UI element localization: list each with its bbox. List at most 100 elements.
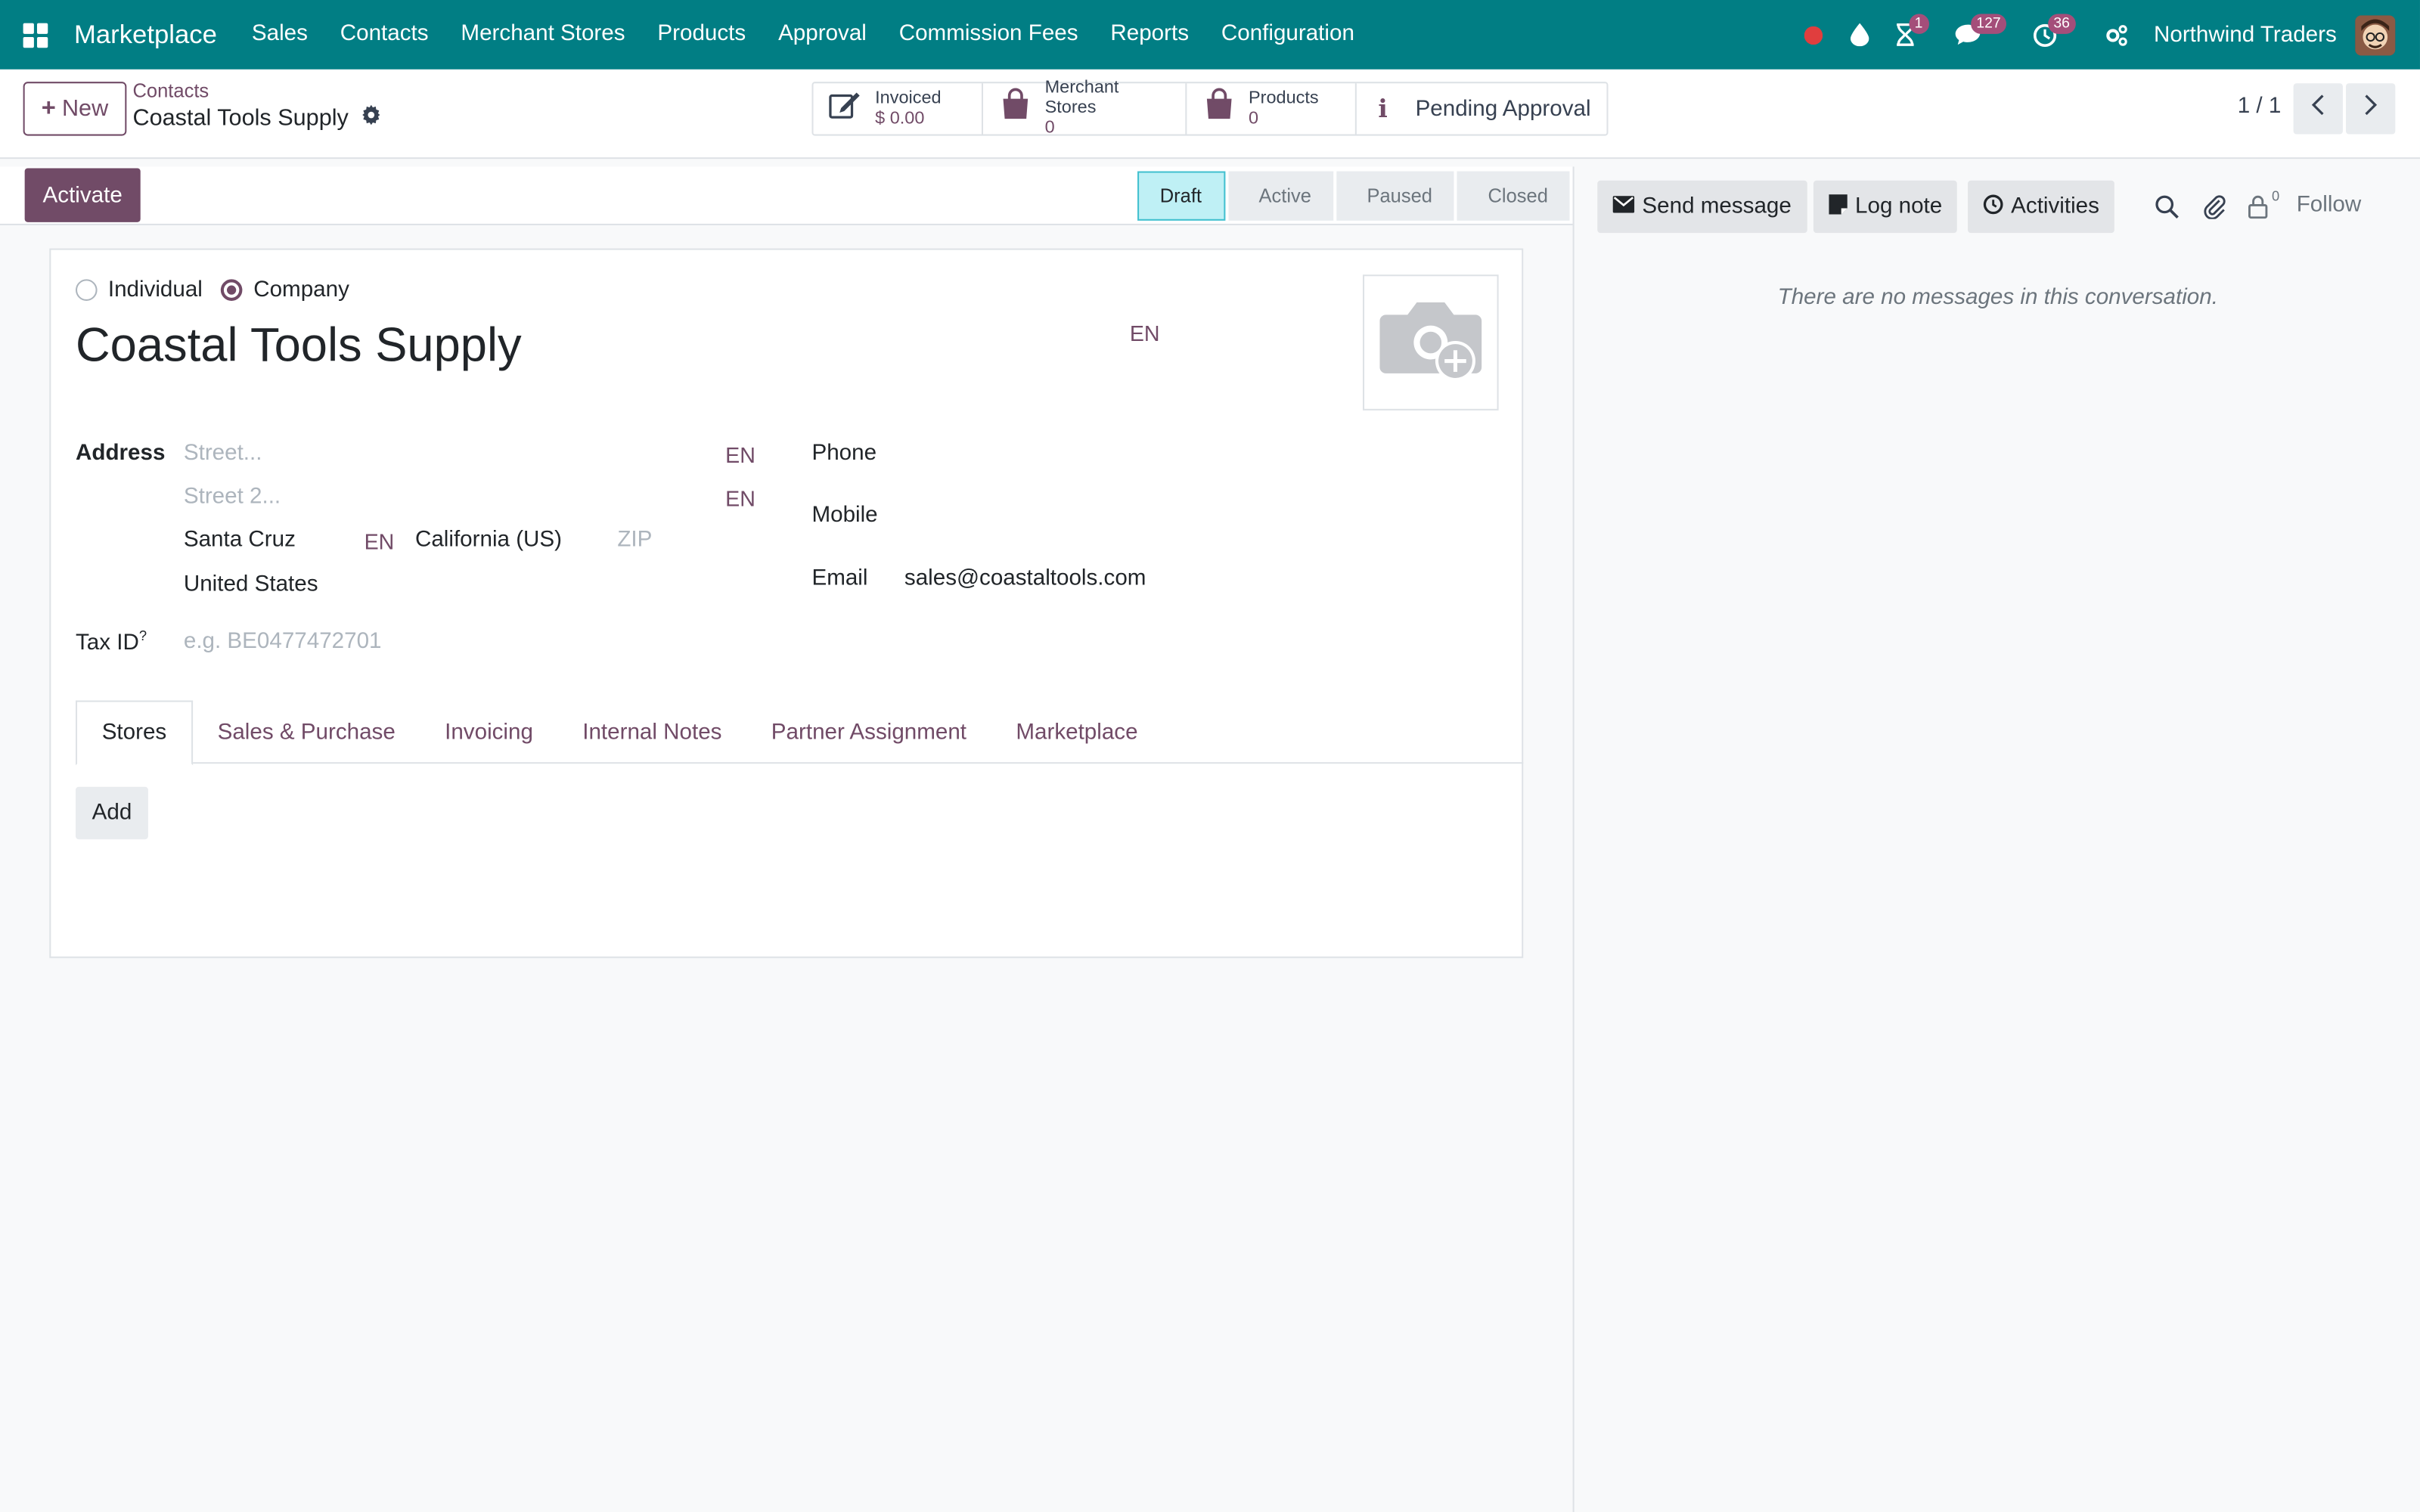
tax-id-label: Tax ID? <box>76 628 147 655</box>
camera-plus-icon <box>1376 293 1485 393</box>
activate-button[interactable]: Activate <box>24 168 141 222</box>
add-store-button[interactable]: Add <box>75 786 148 840</box>
shopping-bag-icon <box>998 88 1032 129</box>
products-smart-button[interactable]: Products 0 <box>1187 83 1357 135</box>
follow-button[interactable]: Follow <box>2297 193 2362 218</box>
activities-button[interactable]: Activities <box>1968 180 2115 234</box>
recording-dot-icon[interactable] <box>1792 0 1832 70</box>
merchant-stores-smart-button[interactable]: Merchant Stores 0 <box>983 79 1187 138</box>
pending-approval-smart-button[interactable]: i Pending Approval <box>1357 83 1607 134</box>
chat-icon[interactable]: 127 <box>1947 0 2007 70</box>
menu-commission-fees[interactable]: Commission Fees <box>883 0 1094 70</box>
street2-input[interactable]: Street 2... <box>184 485 281 510</box>
menu-configuration[interactable]: Configuration <box>1205 0 1370 70</box>
tab-marketplace[interactable]: Marketplace <box>991 701 1162 764</box>
stage-active[interactable]: Active <box>1227 171 1333 221</box>
mobile-label: Mobile <box>811 503 878 528</box>
merchant-stores-value: 0 <box>1044 119 1055 138</box>
send-message-button[interactable]: Send message <box>1597 180 1807 234</box>
invoiced-label: Invoiced <box>875 88 942 107</box>
breadcrumb-contacts[interactable]: Contacts <box>133 80 209 102</box>
stage-draft[interactable]: Draft <box>1137 171 1225 221</box>
tax-id-label-text: Tax ID <box>75 631 139 655</box>
clock-badge: 36 <box>2047 14 2077 34</box>
menu-reports[interactable]: Reports <box>1094 0 1205 70</box>
state-select[interactable]: California (US) <box>415 528 562 553</box>
followers-lock-icon[interactable]: 0 <box>2247 181 2279 233</box>
apps-menu-icon[interactable] <box>0 0 71 70</box>
app-brand[interactable]: Marketplace <box>74 20 217 51</box>
email-label: Email <box>811 565 868 591</box>
street2-translate-button[interactable]: EN <box>725 486 755 511</box>
tax-id-help-icon[interactable]: ? <box>139 628 147 643</box>
products-label: Products <box>1249 88 1319 107</box>
tax-id-input[interactable]: e.g. BE0477472701 <box>184 630 382 655</box>
drop-icon[interactable] <box>1839 0 1879 70</box>
individual-radio[interactable] <box>75 279 98 301</box>
settings-icon[interactable] <box>2095 0 2135 70</box>
user-avatar[interactable] <box>2355 14 2396 55</box>
menu-sales[interactable]: Sales <box>235 0 324 70</box>
tab-stores[interactable]: Stores <box>75 700 193 766</box>
clock-icon <box>1983 194 2003 220</box>
pending-approval-label: Pending Approval <box>1415 96 1591 122</box>
email-input[interactable]: sales@coastaltools.com <box>904 566 1146 591</box>
control-panel: + New Contacts Coastal Tools Supply Invo… <box>0 69 2420 160</box>
menu-approval[interactable]: Approval <box>762 0 883 70</box>
partner-name-field[interactable]: Coastal Tools Supply <box>76 318 522 373</box>
pager-previous-button[interactable] <box>2293 83 2343 135</box>
address-label: Address <box>75 441 166 466</box>
smart-buttons: Invoiced $ 0.00 Merchant Stores 0 Produc… <box>811 79 1609 138</box>
form-sheet: Individual Company Coastal Tools Supply … <box>49 248 1524 959</box>
menu-contacts[interactable]: Contacts <box>324 0 445 70</box>
pager-value[interactable]: 1 / 1 <box>2238 94 2282 119</box>
company-type-selector: Individual Company <box>75 277 349 302</box>
activities-label: Activities <box>2011 194 2099 219</box>
stage-paused[interactable]: Paused <box>1336 171 1454 221</box>
envelope-icon <box>1612 194 1635 219</box>
chatter-panel: Send message Log note Activities 0 Follo… <box>1572 166 2420 1512</box>
breadcrumb-current: Coastal Tools Supply <box>133 104 381 132</box>
log-note-button[interactable]: Log note <box>1813 180 1958 234</box>
send-message-label: Send message <box>1642 194 1792 219</box>
street-translate-button[interactable]: EN <box>725 443 755 468</box>
paperclip-icon[interactable] <box>2202 181 2227 233</box>
followers-count: 0 <box>2272 187 2280 204</box>
chevron-right-icon <box>2363 94 2378 123</box>
plus-icon: + <box>41 94 56 122</box>
menu-products[interactable]: Products <box>641 0 762 70</box>
invoiced-value: $ 0.00 <box>875 108 925 128</box>
city-input[interactable]: Santa Cruz <box>184 528 296 553</box>
city-translate-button[interactable]: EN <box>365 529 395 554</box>
company-switcher[interactable]: Northwind Traders <box>2154 23 2337 48</box>
company-label[interactable]: Company <box>253 277 349 302</box>
new-button[interactable]: + New <box>23 82 127 136</box>
notebook-tabs: Stores Sales & Purchase Invoicing Intern… <box>75 700 1524 766</box>
products-value: 0 <box>1249 108 1259 128</box>
clock-icon[interactable]: 36 <box>2024 0 2077 70</box>
pager-next-button[interactable] <box>2346 83 2396 135</box>
pencil-square-icon <box>829 89 863 128</box>
new-button-label: New <box>61 95 109 122</box>
tab-invoicing[interactable]: Invoicing <box>420 701 557 764</box>
tab-sales-purchase[interactable]: Sales & Purchase <box>193 701 420 764</box>
name-translate-button[interactable]: EN <box>1130 321 1160 345</box>
gear-icon[interactable] <box>361 104 381 132</box>
company-radio[interactable] <box>221 279 243 301</box>
country-select[interactable]: United States <box>184 572 318 597</box>
invoiced-smart-button[interactable]: Invoiced $ 0.00 <box>814 83 983 135</box>
phone-label: Phone <box>811 441 877 466</box>
merchant-stores-label: Merchant Stores <box>1044 79 1119 118</box>
form-statusbar: Activate Draft Active Paused Closed <box>0 166 1573 225</box>
zip-input[interactable]: ZIP <box>617 528 652 553</box>
image-upload[interactable] <box>1363 274 1499 411</box>
individual-label[interactable]: Individual <box>108 277 203 302</box>
menu-merchant-stores[interactable]: Merchant Stores <box>445 0 641 70</box>
tab-partner-assignment[interactable]: Partner Assignment <box>746 701 991 764</box>
search-icon[interactable] <box>2155 181 2180 233</box>
info-icon: i <box>1378 94 1388 124</box>
tab-internal-notes[interactable]: Internal Notes <box>558 701 747 764</box>
street-input[interactable]: Street... <box>184 442 262 466</box>
hourglass-icon[interactable]: 1 <box>1885 0 1929 70</box>
stage-closed[interactable]: Closed <box>1457 171 1570 221</box>
